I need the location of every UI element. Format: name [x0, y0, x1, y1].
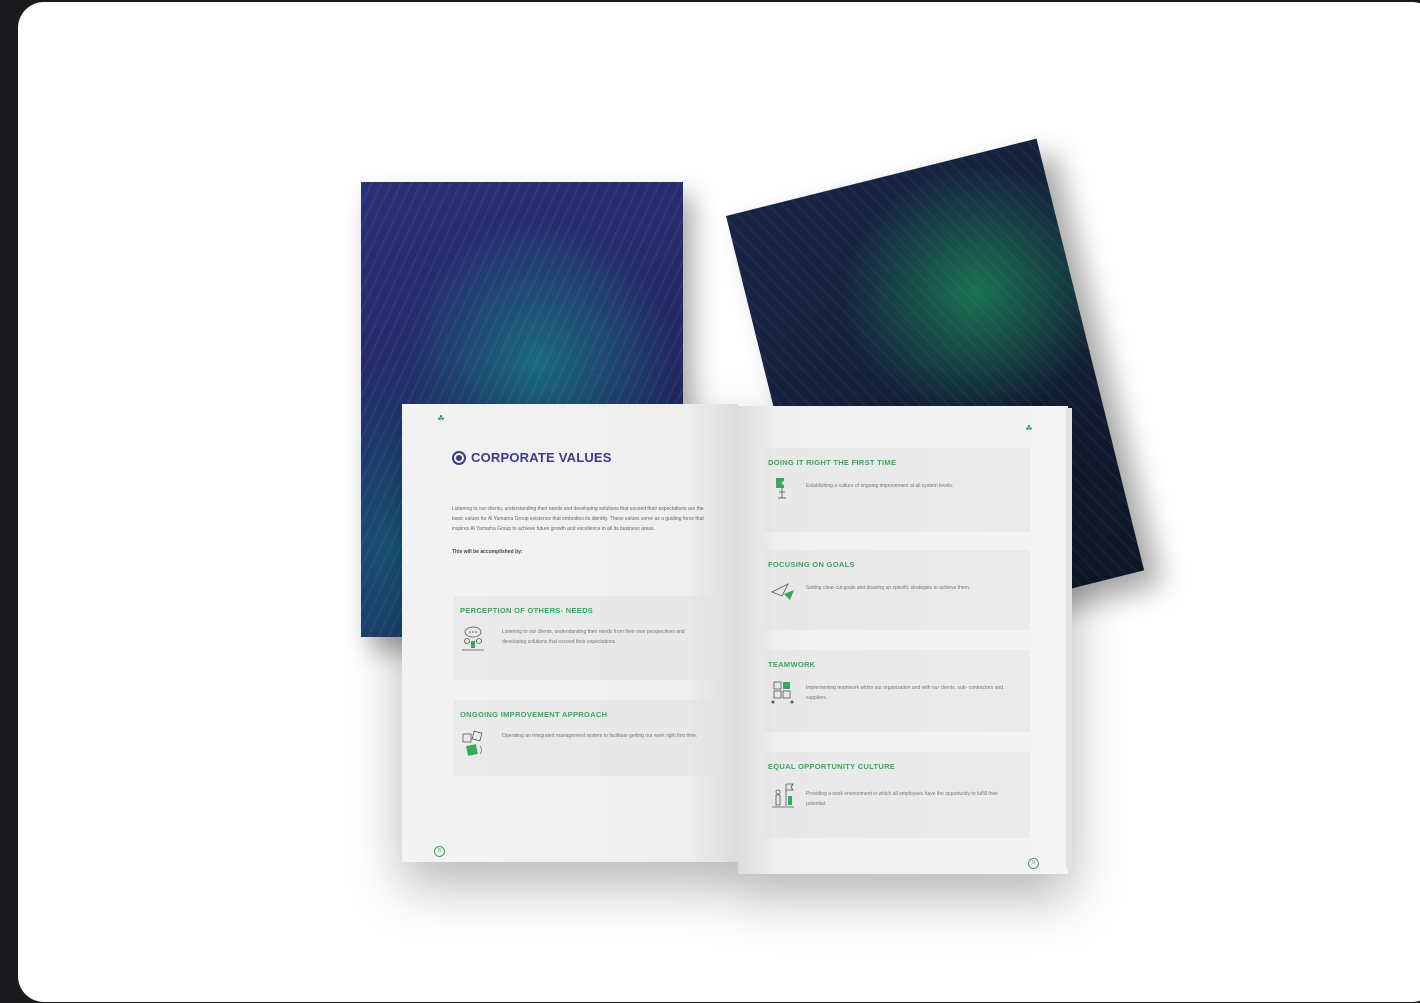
section-title: EQUAL OPPORTUNITY CULTURE: [768, 762, 896, 771]
right-page: ☘ DOING IT RIGHT THE FIRST TIME Establis…: [738, 406, 1072, 874]
open-brochure: ☘ CORPORATE VALUES Listening to our clie…: [402, 404, 1072, 874]
section-text: Listening to our clients, understanding …: [502, 629, 685, 645]
section-title: PERCEPTION OF OTHERS- NEEDS: [460, 606, 594, 615]
section-text: Providing a work environment in which al…: [806, 791, 999, 807]
section-text: Operating an integrated management syste…: [502, 733, 698, 739]
section-teamwork: TEAMWORK Implementing teamwork within ou…: [764, 650, 1030, 732]
section-title: DOING IT RIGHT THE FIRST TIME: [768, 458, 897, 467]
section-title: ONGOING IMPROVEMENT APPROACH: [460, 710, 608, 719]
puzzle-hand-icon: [776, 478, 786, 499]
section-title: FOCUSING ON GOALS: [768, 560, 855, 569]
intro-paragraph: Listening to our clients, understanding …: [452, 506, 704, 532]
title-bullet-icon: [452, 450, 466, 465]
section-ongoing-improvement: ONGOING IMPROVEMENT APPROACH Operating a…: [454, 700, 716, 776]
left-page: ☘ CORPORATE VALUES Listening to our clie…: [402, 404, 738, 862]
section-equal-opportunity: EQUAL OPPORTUNITY CULTURE Providing a wo…: [764, 752, 1030, 838]
section-text: Implementing teamwork within our organiz…: [806, 685, 1004, 701]
page-number: 8: [434, 846, 445, 857]
logo-icon: ☘: [1025, 424, 1033, 433]
puzzle-icon: [462, 730, 483, 756]
section-title: TEAMWORK: [768, 660, 816, 669]
image-card: ☘ CORPORATE VALUES Listening to our clie…: [18, 2, 1420, 1002]
intro-strong: This will be accomplished by:: [452, 549, 523, 555]
page-number: 9: [1028, 858, 1039, 869]
teamwork-icon: [771, 681, 794, 704]
page-title: CORPORATE VALUES: [452, 450, 612, 465]
meeting-icon: [462, 626, 484, 651]
section-text: Establishing a culture of ongoing improv…: [806, 483, 954, 489]
section-doing-it-right: DOING IT RIGHT THE FIRST TIME Establishi…: [764, 448, 1030, 532]
section-text: Setting clear-cut goals and drawing up s…: [806, 585, 971, 591]
page-stack-edge: [1066, 408, 1072, 868]
paper-plane-icon: [771, 583, 794, 600]
logo-icon: ☘: [437, 414, 445, 423]
flag-people-icon: [772, 783, 794, 808]
section-perception: PERCEPTION OF OTHERS- NEEDS Listening to…: [454, 596, 716, 680]
title-text: CORPORATE VALUES: [471, 450, 612, 465]
section-focusing-on-goals: FOCUSING ON GOALS Setting clear-cut goal…: [764, 550, 1030, 630]
